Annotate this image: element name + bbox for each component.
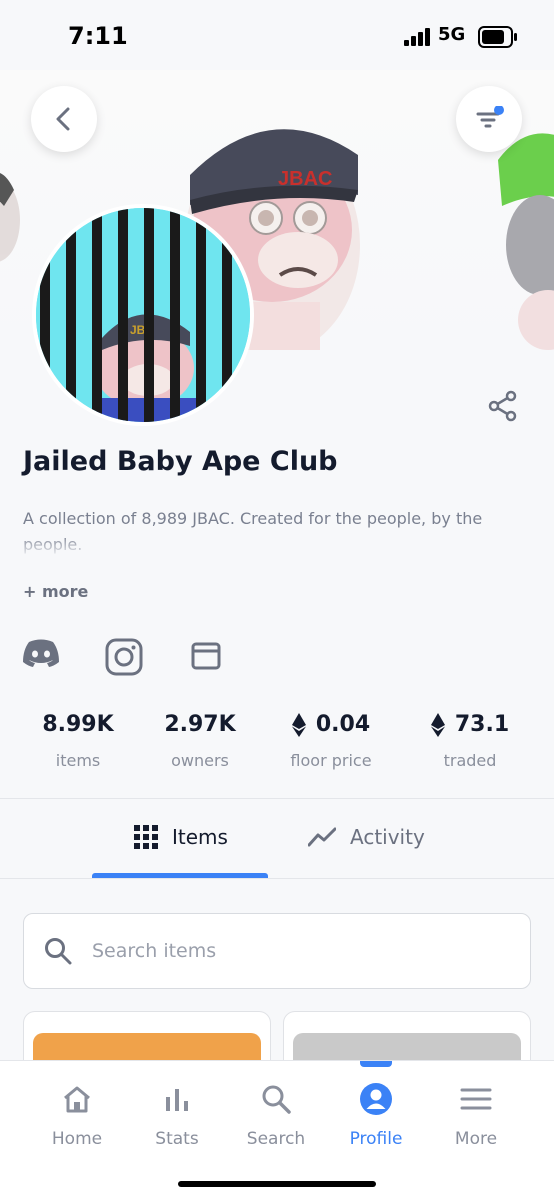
tab-activity-label: Activity — [350, 825, 425, 849]
discord-link[interactable] — [22, 638, 60, 672]
share-button[interactable] — [486, 390, 520, 422]
tab-activity[interactable]: Activity — [308, 820, 425, 854]
collection-description: A collection of 8,989 JBAC. Created for … — [23, 509, 483, 554]
status-time: 7:11 — [68, 22, 128, 50]
stat-items-value: 8.99K — [42, 712, 114, 737]
grid-icon — [134, 825, 158, 849]
nav-search[interactable]: Search — [226, 1079, 326, 1149]
instagram-link[interactable] — [105, 638, 143, 680]
signal-icon — [404, 28, 430, 46]
filter-icon — [476, 106, 504, 128]
nav-stats-label: Stats — [155, 1129, 199, 1149]
search-icon — [45, 938, 72, 965]
discord-icon — [23, 639, 59, 667]
bottom-nav: Home Stats Search Profile More — [0, 1060, 554, 1201]
nav-stats[interactable]: Stats — [127, 1079, 227, 1149]
divider — [0, 878, 554, 879]
avatar-cap-text: JB — [130, 323, 146, 337]
collection-title: Jailed Baby Ape Club — [23, 446, 338, 477]
nav-active-indicator — [360, 1061, 392, 1067]
nav-more[interactable]: More — [426, 1079, 526, 1149]
stats-icon — [166, 1089, 188, 1111]
avatar-image: JB — [36, 208, 250, 422]
stat-floor-value: 0.04 — [315, 712, 371, 737]
eth-icon — [430, 712, 445, 737]
stat-items-label: items — [55, 751, 101, 770]
nav-profile-label: Profile — [349, 1129, 403, 1149]
collection-avatar: JB — [36, 208, 250, 422]
stat-traded-value: 73.1 — [454, 712, 510, 737]
stat-items: 8.99K items — [13, 712, 143, 770]
activity-icon — [308, 827, 336, 847]
status-bar: 7:11 5G — [0, 0, 554, 70]
search-icon — [262, 1085, 291, 1114]
search-box[interactable] — [23, 913, 531, 989]
website-link[interactable] — [191, 642, 221, 674]
nav-home[interactable]: Home — [27, 1079, 127, 1149]
share-icon — [488, 390, 517, 422]
menu-icon — [460, 1088, 492, 1110]
filter-button[interactable] — [456, 86, 522, 152]
back-button[interactable] — [31, 86, 97, 152]
eth-icon — [291, 712, 306, 737]
website-icon — [191, 642, 221, 670]
stat-owners-value: 2.97K — [164, 712, 236, 737]
nav-home-label: Home — [51, 1129, 103, 1149]
tab-items[interactable]: Items — [134, 820, 228, 854]
home-icon — [64, 1086, 90, 1113]
divider — [0, 798, 554, 799]
banner-cap-text: JBAC — [278, 168, 332, 190]
nav-more-label: More — [454, 1129, 498, 1149]
search-input[interactable] — [90, 934, 494, 968]
stat-traded: 73.1 traded — [405, 712, 535, 770]
stat-traded-label: traded — [443, 751, 497, 770]
stat-floor-price: 0.04 floor price — [266, 712, 396, 770]
profile-icon — [360, 1083, 392, 1115]
instagram-icon — [105, 638, 143, 676]
home-indicator — [178, 1181, 376, 1187]
stat-owners: 2.97K owners — [135, 712, 265, 770]
stat-floor-label: floor price — [290, 751, 372, 770]
battery-icon — [478, 26, 517, 48]
network-label: 5G — [438, 24, 466, 45]
chevron-left-icon — [56, 107, 70, 131]
nav-profile[interactable]: Profile — [326, 1079, 426, 1149]
nav-search-label: Search — [246, 1129, 306, 1149]
stat-owners-label: owners — [171, 751, 229, 770]
more-link[interactable]: + more — [23, 582, 88, 601]
tab-items-label: Items — [172, 825, 228, 849]
